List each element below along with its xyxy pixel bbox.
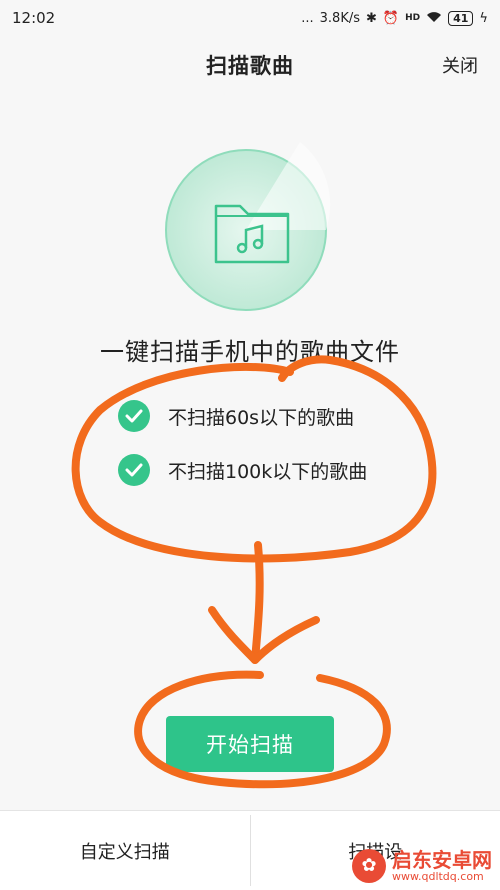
- option-skip-small[interactable]: 不扫描100k以下的歌曲: [118, 454, 367, 486]
- battery-icon: 41: [448, 11, 473, 26]
- wifi-icon: [426, 11, 442, 26]
- bottom-bar: 自定义扫描 扫描设: [0, 810, 500, 890]
- header: 扫描歌曲 关闭: [0, 36, 500, 96]
- hd-icon: HD: [405, 14, 420, 23]
- bluetooth-icon: ✱: [366, 12, 377, 25]
- option-skip-short[interactable]: 不扫描60s以下的歌曲: [118, 400, 354, 432]
- signal-dots: ...: [301, 11, 313, 26]
- status-icons: ... 3.8K/s ✱ ⏰ HD 41 ϟ: [301, 11, 488, 26]
- option-label: 不扫描100k以下的歌曲: [168, 457, 367, 484]
- music-folder-illustration: [160, 126, 350, 316]
- main-content: 一键扫描手机中的歌曲文件 不扫描60s以下的歌曲 不扫描100k以下的歌曲 开始…: [0, 96, 500, 810]
- check-icon[interactable]: [118, 454, 150, 486]
- check-icon[interactable]: [118, 400, 150, 432]
- charging-icon: ϟ: [479, 12, 488, 25]
- option-label: 不扫描60s以下的歌曲: [168, 403, 354, 430]
- custom-scan-button[interactable]: 自定义扫描: [0, 811, 250, 890]
- network-speed: 3.8K/s: [320, 11, 360, 26]
- headline: 一键扫描手机中的歌曲文件: [0, 332, 500, 367]
- scan-settings-button[interactable]: 扫描设: [251, 811, 500, 890]
- status-bar: 12:02 ... 3.8K/s ✱ ⏰ HD 41 ϟ: [0, 0, 500, 36]
- status-time: 12:02: [12, 9, 55, 27]
- close-button[interactable]: 关闭: [442, 52, 478, 78]
- page-title: 扫描歌曲: [0, 50, 500, 80]
- alarm-icon: ⏰: [383, 12, 399, 25]
- start-scan-button[interactable]: 开始扫描: [166, 716, 334, 772]
